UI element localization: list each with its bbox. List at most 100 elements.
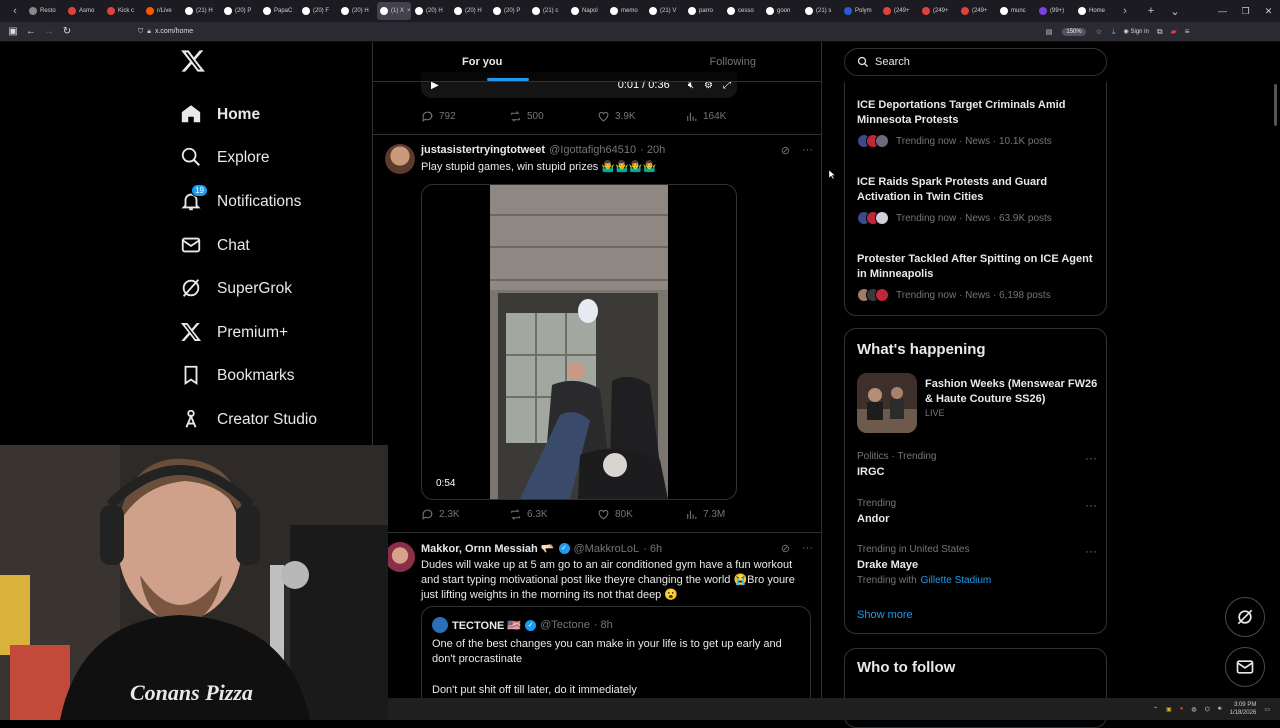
browser-tab[interactable]: (21) s [802, 2, 840, 20]
tweet-video[interactable]: 0:54 [421, 184, 737, 500]
browser-tab[interactable]: Resto [26, 2, 64, 20]
grok-icon[interactable]: ⊘ [781, 144, 790, 157]
nav-item-chat[interactable]: Chat [178, 224, 373, 268]
browser-tab[interactable]: Home [1075, 2, 1113, 20]
browser-tab[interactable]: (249+ [919, 2, 957, 20]
nav-item-notifications[interactable]: 19 Notifications [178, 180, 373, 224]
system-clock[interactable]: 3:09 PM 1/18/2026 [1230, 701, 1257, 717]
news-item[interactable]: ICE Deportations Target Criminals Amid M… [857, 98, 1097, 148]
sign-in-button[interactable]: ◉ Sign in [1124, 28, 1149, 35]
page-scrollbar[interactable] [1274, 84, 1277, 126]
sidebar-toggle-icon[interactable]: ▣ [4, 26, 22, 37]
author-name[interactable]: justasistertryingtotweet [421, 144, 545, 156]
notification-center-icon[interactable]: ▭ [1264, 706, 1270, 713]
volume-icon[interactable]: 🔊︎ [1218, 706, 1222, 713]
more-icon[interactable]: ··· [802, 144, 813, 157]
browser-tab[interactable]: PapaC [260, 2, 298, 20]
author-name[interactable]: Makkor, Ornn Messiah 🫳🏻 [421, 542, 555, 555]
tab-list-icon[interactable]: ⌄ [1166, 5, 1184, 18]
extensions-icon[interactable]: ⧉ [1157, 27, 1163, 37]
tweet[interactable]: justasistertryingtotweet @Igottafigh6451… [385, 144, 813, 524]
browser-tab[interactable]: Napol [568, 2, 606, 20]
tweet-time[interactable]: · 20h [640, 144, 665, 156]
back-icon[interactable]: ← [22, 26, 40, 37]
reload-icon[interactable]: ↻ [58, 26, 76, 37]
tray-app-icon[interactable]: ● [1180, 706, 1184, 712]
views-button[interactable]: 7.3M [685, 508, 773, 521]
browser-tab[interactable]: parro [685, 2, 723, 20]
views-button[interactable]: 164K [685, 110, 773, 123]
reply-button[interactable]: 2.3K [421, 508, 509, 521]
grok-fab-button[interactable] [1225, 597, 1265, 637]
trend-item[interactable]: Trending Andor ··· [857, 498, 1097, 525]
news-item[interactable]: Protester Tackled After Spitting on ICE … [857, 252, 1097, 302]
browser-tab[interactable]: (249+ [880, 2, 918, 20]
x-logo-icon[interactable] [180, 48, 206, 74]
author-handle[interactable]: @MakkroLoL [574, 543, 640, 555]
download-icon[interactable]: ⤓ [1112, 27, 1116, 37]
tray-app-icon[interactable]: ◍ [1191, 706, 1196, 713]
more-icon[interactable]: ··· [1085, 498, 1097, 512]
tab-scroll-right-icon[interactable]: › [1114, 0, 1136, 22]
browser-tab[interactable]: (1) X × [377, 2, 411, 20]
browser-tab[interactable]: munc [997, 2, 1035, 20]
tab-scroll-left-icon[interactable]: ‹ [4, 0, 26, 22]
new-tab-icon[interactable]: + [1142, 5, 1160, 17]
browser-tab[interactable]: (21) H [182, 2, 220, 20]
more-icon[interactable]: ··· [1085, 544, 1097, 558]
repost-button[interactable]: 6.3K [509, 508, 597, 521]
browser-tab[interactable]: (20) P [490, 2, 528, 20]
browser-tab[interactable]: (20) P [221, 2, 259, 20]
extension-badge-icon[interactable]: ▰ [1171, 27, 1177, 36]
network-icon[interactable]: ⌬ [1205, 706, 1210, 713]
trend-item[interactable]: Trending in United States Drake Maye Tre… [857, 544, 1097, 586]
nav-item-supergrok[interactable]: SuperGrok [178, 267, 373, 311]
avatar[interactable] [385, 144, 415, 174]
tray-app-icon[interactable]: ▣ [1166, 706, 1172, 713]
browser-tab[interactable]: Polym [841, 2, 879, 20]
menu-icon[interactable]: ≡ [1185, 27, 1190, 36]
trend-with-link[interactable]: Gillette Stadium [921, 575, 992, 586]
star-icon[interactable]: ☆ [1096, 28, 1102, 36]
forward-icon[interactable]: → [40, 26, 58, 37]
url-bar[interactable]: ⛉ 🔒︎ x.com/home ▤ 150% ☆ [134, 24, 1102, 40]
browser-tab[interactable]: (99+) [1036, 2, 1074, 20]
event-title[interactable]: Fashion Weeks (Menswear FW26 & Haute Cou… [925, 377, 1100, 407]
browser-tab[interactable]: Asmo [65, 2, 103, 20]
search-input[interactable]: Search [844, 48, 1107, 76]
minimize-icon[interactable]: — [1211, 0, 1234, 22]
tab-following[interactable]: Following [643, 42, 822, 81]
close-tab-icon[interactable]: × [407, 8, 411, 14]
browser-tab[interactable]: memo [607, 2, 645, 20]
browser-tab[interactable]: (20) H [338, 2, 376, 20]
author-handle[interactable]: @Igottafigh64510 [549, 144, 636, 156]
show-more-link[interactable]: Show more [857, 609, 913, 621]
nav-item-creator-studio[interactable]: Creator Studio [178, 398, 373, 442]
grok-icon[interactable]: ⊘ [781, 542, 790, 555]
more-icon[interactable]: ··· [802, 542, 813, 555]
tab-for-you[interactable]: For you [373, 42, 643, 81]
repost-button[interactable]: 500 [509, 110, 597, 123]
trend-item[interactable]: Politics · Trending IRGC ··· [857, 451, 1097, 478]
event-thumbnail[interactable] [857, 373, 917, 433]
browser-tab[interactable]: (21) V [646, 2, 684, 20]
more-icon[interactable]: ··· [1085, 451, 1097, 465]
nav-item-explore[interactable]: Explore [178, 137, 373, 181]
reader-view-icon[interactable]: ▤ [1046, 28, 1053, 36]
like-button[interactable]: 80K [597, 508, 685, 521]
tweet[interactable]: Makkor, Ornn Messiah 🫳🏻 ✓ @MakkroLoL · 6… [385, 542, 813, 720]
nav-item-bookmarks[interactable]: Bookmarks [178, 355, 373, 399]
zoom-level[interactable]: 150% [1062, 27, 1086, 36]
browser-tab[interactable]: r/Live [143, 2, 181, 20]
browser-tab[interactable]: Kick c [104, 2, 142, 20]
browser-tab[interactable]: (20) H [451, 2, 489, 20]
browser-tab[interactable]: (20) H [412, 2, 450, 20]
messages-fab-button[interactable] [1225, 647, 1265, 687]
news-item[interactable]: ICE Raids Spark Protests and Guard Activ… [857, 175, 1097, 225]
browser-tab[interactable]: goon [763, 2, 801, 20]
browser-tab[interactable]: cesso [724, 2, 762, 20]
browser-tab[interactable]: (249+ [958, 2, 996, 20]
nav-item-home[interactable]: Home [178, 93, 373, 137]
avatar[interactable] [385, 542, 415, 572]
browser-tab[interactable]: (20) F [299, 2, 337, 20]
